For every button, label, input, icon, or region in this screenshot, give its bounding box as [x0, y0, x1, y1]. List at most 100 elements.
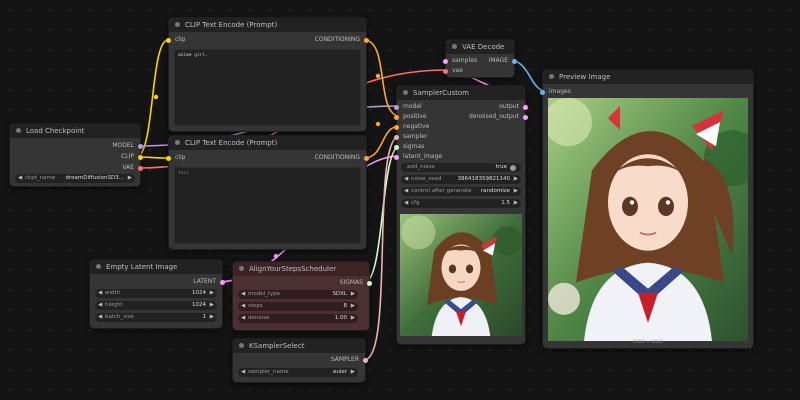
output-clip[interactable]: CLIP	[121, 153, 143, 161]
socket-icon[interactable]	[394, 104, 399, 110]
node-sampler-custom[interactable]: SamplerCustom model positive negative sa…	[394, 85, 528, 345]
prompt-textarea[interactable]: text	[174, 167, 361, 244]
input-positive[interactable]: positive	[394, 113, 427, 121]
collapse-dot-icon[interactable]	[549, 73, 554, 79]
node-ksampler-select[interactable]: KSamplerSelect SAMPLER ◀ sampler_name eu…	[232, 338, 368, 383]
collapse-dot-icon[interactable]	[239, 265, 244, 271]
node-title[interactable]: VAE Decode	[446, 40, 514, 54]
output-denoised[interactable]: denoised_output	[469, 113, 528, 121]
node-preview-image[interactable]: Preview Image images 1024 × 1024	[540, 69, 754, 349]
control-after-generate-combo[interactable]: ◀ control after generate randomize ▶	[401, 187, 521, 196]
arrow-left-icon[interactable]: ◀	[241, 368, 245, 377]
arrow-right-icon[interactable]: ▶	[351, 302, 355, 311]
height-field[interactable]: ◀ height 1024 ▶	[95, 301, 217, 310]
input-negative[interactable]: negative	[394, 123, 429, 131]
arrow-left-icon[interactable]: ◀	[404, 199, 408, 208]
collapse-dot-icon[interactable]	[452, 43, 457, 49]
node-empty-latent-image[interactable]: Empty Latent Image LATENT ◀ width 1024 ▶…	[89, 259, 225, 329]
denoise-field[interactable]: ◀ denoise 1.00 ▶	[238, 314, 358, 323]
toggle-knob-icon[interactable]	[510, 164, 516, 171]
collapse-dot-icon[interactable]	[175, 21, 180, 27]
arrow-right-icon[interactable]: ▶	[351, 314, 355, 323]
socket-icon[interactable]	[220, 279, 225, 285]
node-clip-text-encode-negative[interactable]: CLIP Text Encode (Prompt) clip CONDITION…	[166, 135, 369, 250]
node-title[interactable]: CLIP Text Encode (Prompt)	[169, 136, 366, 150]
arrow-right-icon[interactable]: ▶	[210, 301, 214, 310]
node-title[interactable]: CLIP Text Encode (Prompt)	[169, 18, 366, 32]
arrow-right-icon[interactable]: ▶	[351, 290, 355, 299]
output-output[interactable]: output	[499, 103, 528, 111]
collapse-dot-icon[interactable]	[96, 263, 101, 269]
collapse-dot-icon[interactable]	[175, 139, 180, 145]
arrow-right-icon[interactable]: ▶	[514, 175, 518, 184]
socket-icon[interactable]	[512, 58, 517, 64]
node-title[interactable]: Preview Image	[543, 70, 753, 84]
socket-icon[interactable]	[540, 89, 545, 95]
ckpt-name-combo[interactable]: ◀ ckpt_name dreamDiffusionSD3... ▶	[15, 174, 135, 183]
node-load-checkpoint[interactable]: Load Checkpoint MODEL CLIP VAE ◀ ckpt_na…	[9, 123, 143, 187]
output-conditioning[interactable]: CONDITIONING	[315, 36, 369, 44]
add-noise-toggle[interactable]: add_noise true	[401, 163, 521, 172]
output-image[interactable]: IMAGE	[489, 57, 517, 65]
input-vae[interactable]: vae	[443, 67, 463, 75]
input-images[interactable]: images	[540, 88, 571, 96]
arrow-left-icon[interactable]: ◀	[98, 313, 102, 322]
output-vae[interactable]: VAE	[122, 164, 143, 172]
arrow-left-icon[interactable]: ◀	[404, 187, 408, 196]
output-model[interactable]: MODEL	[112, 142, 143, 150]
input-clip[interactable]: clip	[166, 154, 185, 162]
socket-icon[interactable]	[363, 357, 368, 363]
socket-icon[interactable]	[138, 165, 143, 171]
output-latent[interactable]: LATENT	[193, 278, 225, 286]
prompt-textarea[interactable]: anime girl,	[174, 49, 361, 126]
node-title[interactable]: KSamplerSelect	[233, 339, 365, 353]
input-samples[interactable]: samples	[443, 57, 477, 65]
arrow-right-icon[interactable]: ▶	[351, 368, 355, 377]
arrow-left-icon[interactable]: ◀	[404, 175, 408, 184]
arrow-left-icon[interactable]: ◀	[98, 301, 102, 310]
socket-icon[interactable]	[394, 144, 399, 150]
arrow-left-icon[interactable]: ◀	[241, 290, 245, 299]
collapse-dot-icon[interactable]	[239, 342, 244, 348]
collapse-dot-icon[interactable]	[16, 127, 21, 133]
socket-icon[interactable]	[394, 154, 399, 160]
socket-icon[interactable]	[394, 134, 399, 140]
socket-icon[interactable]	[367, 280, 372, 286]
node-title[interactable]: AlignYourStepsScheduler	[233, 262, 369, 276]
node-title[interactable]: Load Checkpoint	[10, 124, 140, 138]
arrow-right-icon[interactable]: ▶	[210, 289, 214, 298]
steps-field[interactable]: ◀ steps 8 ▶	[238, 302, 358, 311]
arrow-left-icon[interactable]: ◀	[98, 289, 102, 298]
node-title[interactable]: SamplerCustom	[397, 86, 525, 100]
output-conditioning[interactable]: CONDITIONING	[315, 154, 369, 162]
socket-icon[interactable]	[138, 143, 143, 149]
output-sampler[interactable]: SAMPLER	[331, 356, 368, 364]
arrow-left-icon[interactable]: ◀	[18, 174, 22, 183]
output-sigmas[interactable]: SIGMAS	[340, 279, 372, 287]
node-clip-text-encode-positive[interactable]: CLIP Text Encode (Prompt) clip CONDITION…	[166, 17, 369, 132]
batch-size-field[interactable]: ◀ batch_size 1 ▶	[95, 313, 217, 322]
input-sigmas[interactable]: sigmas	[394, 143, 424, 151]
socket-icon[interactable]	[138, 154, 143, 160]
node-title[interactable]: Empty Latent Image	[90, 260, 222, 274]
socket-icon[interactable]	[166, 37, 171, 43]
input-model[interactable]: model	[394, 103, 422, 111]
socket-icon[interactable]	[364, 155, 369, 161]
arrow-right-icon[interactable]: ▶	[210, 313, 214, 322]
node-vae-decode[interactable]: VAE Decode samples vae IMAGE	[443, 39, 517, 78]
socket-icon[interactable]	[394, 124, 399, 130]
arrow-right-icon[interactable]: ▶	[514, 199, 518, 208]
socket-icon[interactable]	[166, 155, 171, 161]
node-align-your-steps-scheduler[interactable]: AlignYourStepsScheduler SIGMAS ◀ model_t…	[232, 261, 372, 331]
cfg-field[interactable]: ◀ cfg 1.5 ▶	[401, 199, 521, 208]
input-clip[interactable]: clip	[166, 36, 185, 44]
socket-icon[interactable]	[523, 104, 528, 110]
socket-icon[interactable]	[443, 58, 448, 64]
arrow-left-icon[interactable]: ◀	[241, 302, 245, 311]
arrow-left-icon[interactable]: ◀	[241, 314, 245, 323]
socket-icon[interactable]	[394, 114, 399, 120]
socket-icon[interactable]	[523, 114, 528, 120]
input-latent-image[interactable]: latent_image	[394, 153, 442, 161]
sampler-name-combo[interactable]: ◀ sampler_name euler ▶	[238, 368, 358, 377]
width-field[interactable]: ◀ width 1024 ▶	[95, 289, 217, 298]
